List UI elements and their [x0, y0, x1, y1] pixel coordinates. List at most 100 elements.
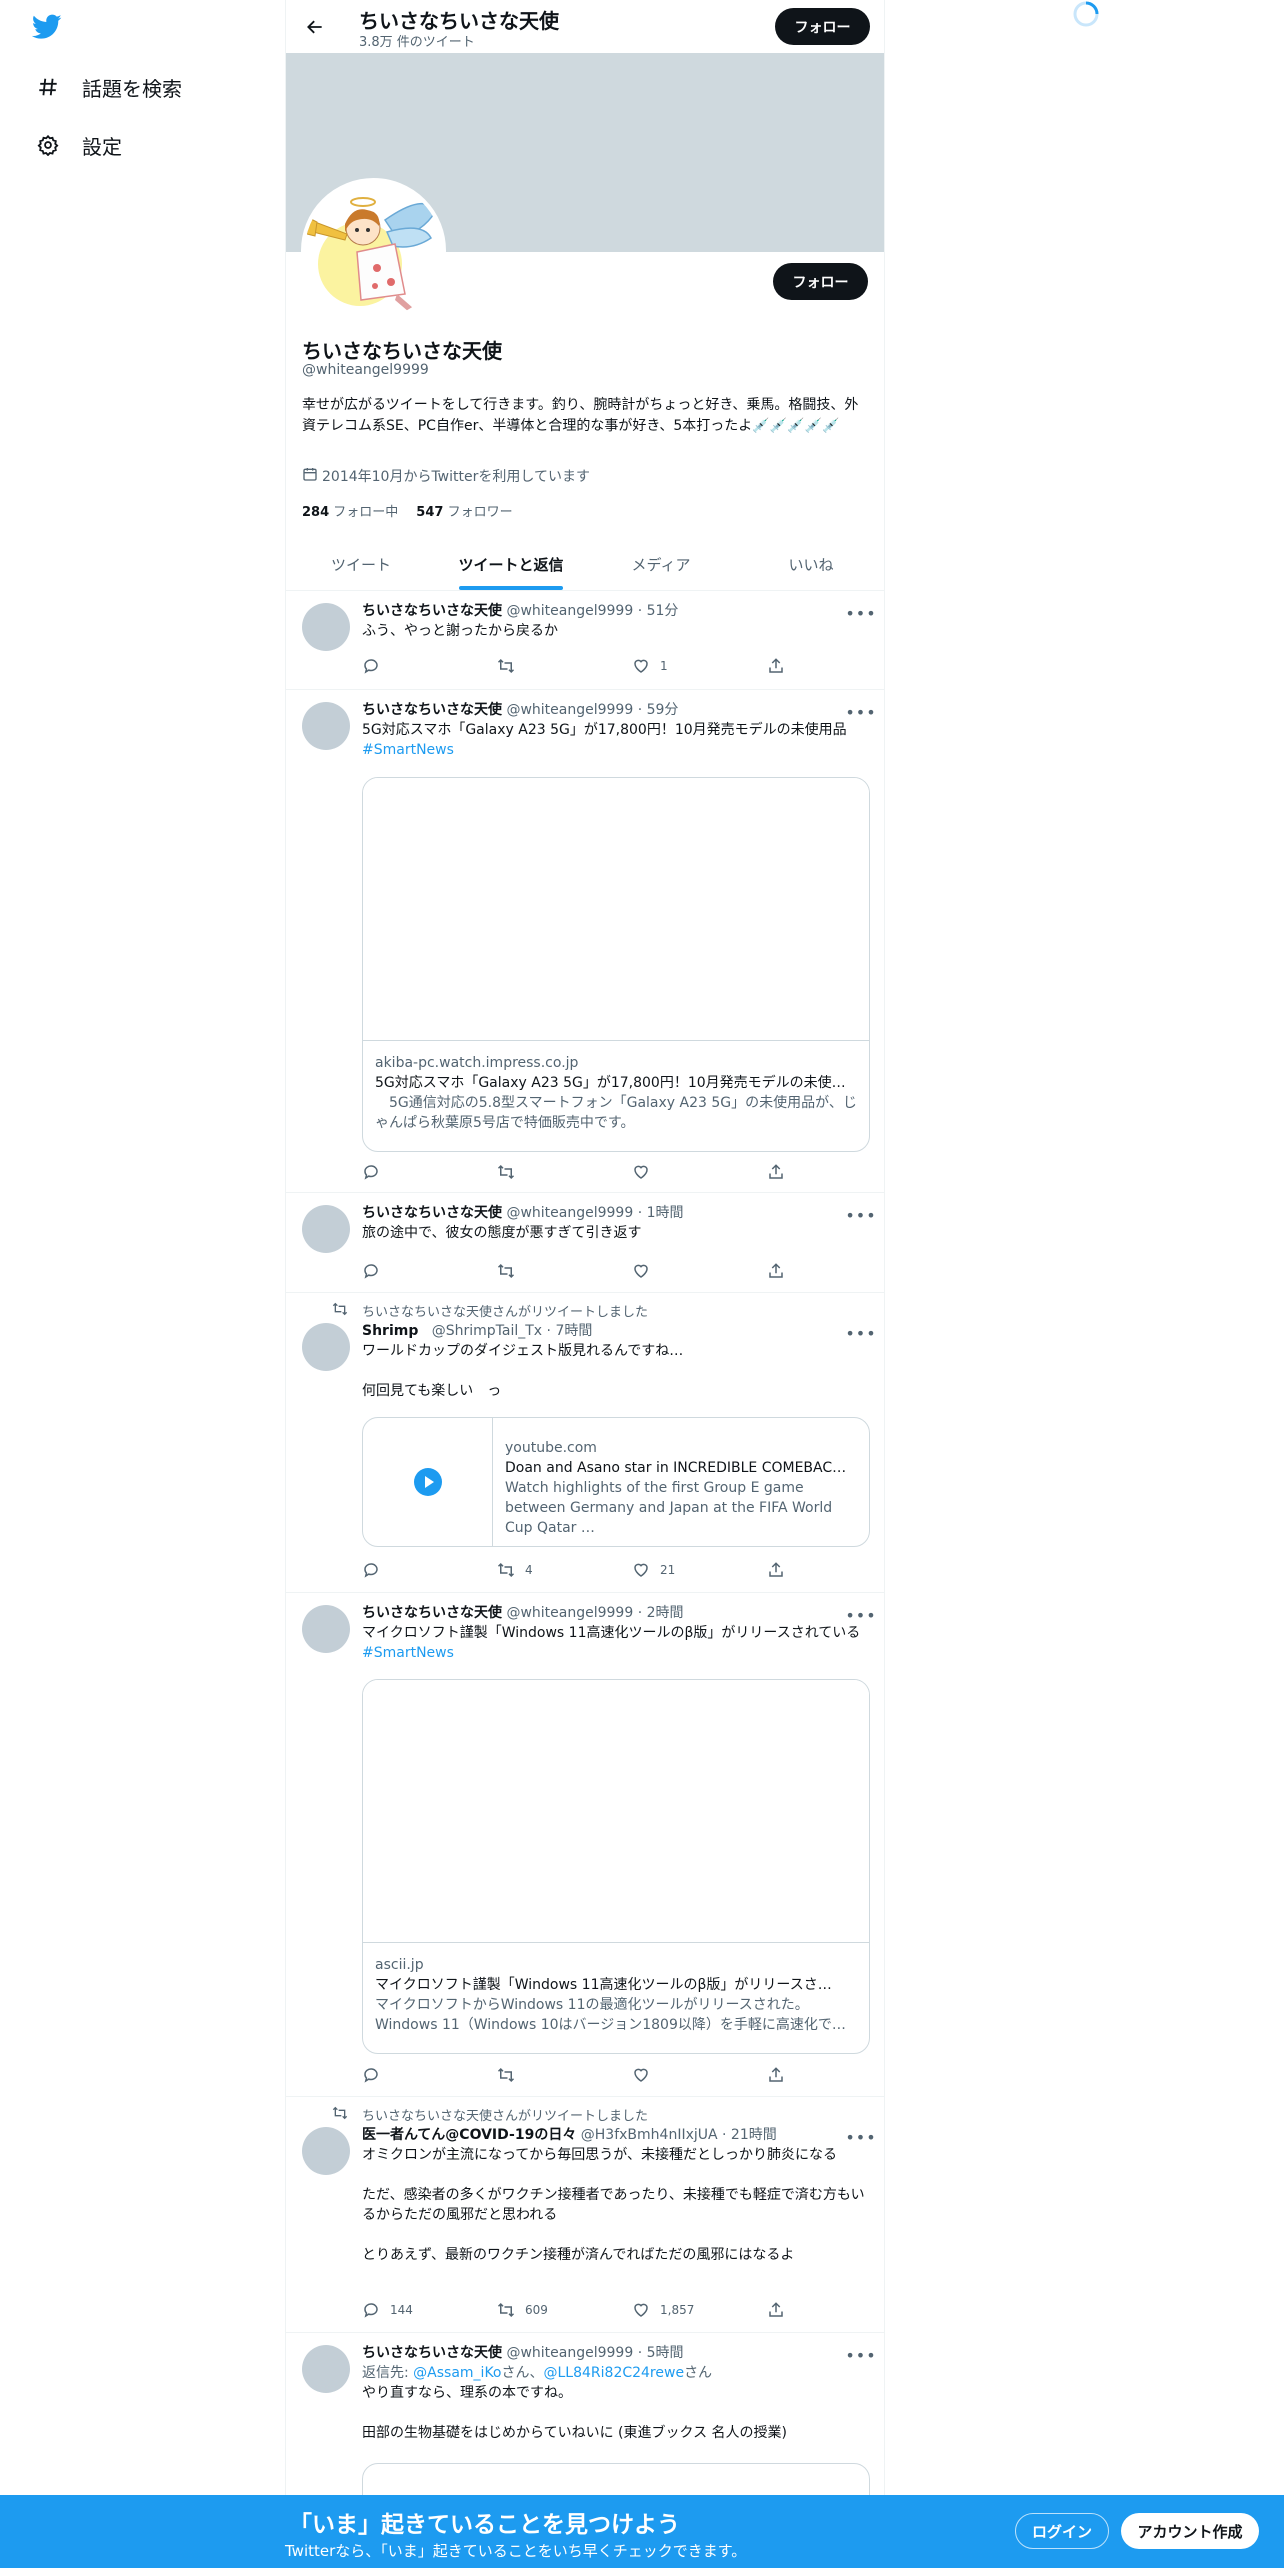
twitter-logo-icon[interactable] — [31, 14, 64, 42]
profile-avatar[interactable] — [301, 178, 446, 323]
reply-button[interactable] — [362, 1261, 462, 1281]
signup-banner-title: 「いま」起きていることを見つけよう — [289, 2512, 680, 2538]
nav-explore[interactable]: 話題を検索 — [36, 65, 182, 109]
tab-media[interactable]: メディア — [586, 538, 736, 590]
like-button[interactable] — [632, 1162, 732, 1182]
tweet-text: ワールドカップのダイジェスト版見れるんですね… 何回見ても楽しい っ — [362, 1343, 684, 1399]
header-follow-button[interactable]: フォロー — [775, 8, 870, 45]
tweet-author-name[interactable]: ちいさなちいさな天使 — [362, 1205, 502, 1221]
reply-button[interactable] — [362, 1162, 462, 1182]
tab-likes[interactable]: いいね — [736, 538, 884, 590]
link-card[interactable]: akiba-pc.watch.impress.co.jp 5G対応スマホ「Gal… — [362, 777, 870, 1152]
nav-explore-label: 話題を検索 — [82, 76, 182, 101]
tweet[interactable]: ••• ちいさなちいさな天使 @whiteangel9999 · 59分 5G対… — [286, 690, 884, 1193]
tweet[interactable]: ••• ちいさなちいさな天使 @whiteangel9999 · 1時間 旅の途… — [286, 1193, 884, 1293]
hashtag-link[interactable]: #SmartNews — [362, 1645, 454, 1661]
tweet-avatar[interactable] — [302, 1323, 350, 1371]
link-card-description: マイクロソフトからWindows 11の最適化ツールがリリースされた。Windo… — [375, 1997, 846, 2033]
reply-icon — [364, 2303, 378, 2318]
mention-link[interactable]: @LL84Ri82C24rewe — [544, 2365, 685, 2381]
link-card[interactable]: youtube.com Doan and Asano star in INCRE… — [362, 1417, 870, 1547]
link-card-domain: youtube.com — [505, 1440, 597, 1456]
tweet-author-name[interactable]: ちいさなちいさな天使 — [362, 1605, 502, 1621]
reply-button[interactable]: 144 — [362, 2300, 462, 2320]
tweet[interactable]: ちいさなちいさな天使さんがリツイートしました ••• 医一者んてん@COVID-… — [286, 2097, 884, 2333]
link-card-domain: ascii.jp — [375, 1957, 424, 1973]
retweeted-by-label[interactable]: ちいさなちいさな天使さんがリツイートしました — [362, 2105, 648, 2124]
nav-settings[interactable]: 設定 — [36, 123, 122, 167]
tweet[interactable]: ••• ちいさなちいさな天使 @whiteangel9999 · 51分 ふう、… — [286, 591, 884, 690]
reply-button[interactable] — [362, 2065, 462, 2085]
heart-icon — [634, 1563, 648, 1577]
tweet-author-name[interactable]: ちいさなちいさな天使 — [362, 702, 502, 718]
like-button[interactable]: 1 — [632, 656, 732, 676]
retweet-indicator-icon — [332, 2105, 348, 2125]
reply-icon — [364, 2068, 378, 2083]
signup-banner-subtitle: Twitterなら、「いま」起きていることをいち早くチェックできます。 — [285, 2542, 747, 2560]
like-button[interactable] — [632, 1261, 732, 1281]
tweet-avatar[interactable] — [302, 1605, 350, 1653]
tweet[interactable]: ちいさなちいさな天使さんがリツイートしました ••• Shrimp @Shrim… — [286, 1293, 884, 1593]
share-button[interactable] — [767, 1261, 787, 1281]
share-button[interactable] — [767, 656, 787, 676]
tweet-author-name[interactable]: ちいさなちいさな天使 — [362, 603, 502, 619]
share-icon — [769, 658, 783, 673]
tweet-meta: @whiteangel9999 · 51分 — [506, 603, 679, 619]
tweet-text: やり直すなら、理系の本ですね。 田部の生物基礎をはじめからていねいに (東進ブッ… — [362, 2385, 787, 2441]
retweet-icon — [497, 2067, 515, 2083]
reply-button[interactable] — [362, 1560, 462, 1580]
profile-follow-button[interactable]: フォロー — [773, 263, 868, 300]
profile-header-bar: ちいさなちいさな天使 3.8万 件のツイート フォロー — [286, 0, 884, 53]
tweet-actions — [362, 1261, 787, 1281]
heart-icon — [634, 1165, 648, 1179]
tweet-text: マイクロソフト謹製「Windows 11高速化ツールのβ版」がリリースされている… — [362, 1625, 861, 1661]
tab-tweets-and-replies[interactable]: ツイートと返信 — [436, 538, 586, 590]
left-navigation: 話題を検索 設定 — [0, 0, 285, 2568]
nav-settings-label: 設定 — [82, 134, 122, 159]
tweet-meta: @whiteangel9999 · 59分 — [506, 702, 679, 718]
retweet-button[interactable] — [497, 1162, 597, 1182]
retweet-icon — [497, 2302, 515, 2318]
heart-icon — [634, 1264, 648, 1278]
like-button[interactable]: 1,857 — [632, 2300, 732, 2320]
reply-button[interactable] — [362, 656, 462, 676]
tweet-avatar[interactable] — [302, 2345, 350, 2393]
login-button[interactable]: ログイン — [1015, 2513, 1109, 2549]
retweeted-by-label[interactable]: ちいさなちいさな天使さんがリツイートしました — [362, 1301, 648, 1320]
retweet-button[interactable] — [497, 2065, 597, 2085]
retweet-button[interactable]: 609 — [497, 2300, 597, 2320]
share-button[interactable] — [767, 1560, 787, 1580]
back-arrow-icon[interactable] — [298, 10, 332, 44]
followers-link[interactable]: 547 フォロワー — [416, 501, 512, 520]
hashtag-icon — [36, 75, 60, 99]
tab-tweets[interactable]: ツイート — [286, 538, 436, 590]
tweet[interactable]: ••• ちいさなちいさな天使 @whiteangel9999 · 2時間 マイク… — [286, 1593, 884, 2097]
share-button[interactable] — [767, 2300, 787, 2320]
calendar-icon — [302, 466, 318, 486]
link-card-title: 5G対応スマホ「Galaxy A23 5G」が17,800円！10月発売モデルの… — [375, 1075, 846, 1091]
share-button[interactable] — [767, 2065, 787, 2085]
retweet-icon — [497, 658, 515, 674]
tweet-author-name[interactable]: Shrimp — [362, 1323, 418, 1339]
tweet-avatar[interactable] — [302, 1205, 350, 1253]
mention-link[interactable]: @Assam_iKo — [413, 2365, 501, 2381]
tweet-avatar[interactable] — [302, 702, 350, 750]
share-button[interactable] — [767, 1162, 787, 1182]
tweet-avatar[interactable] — [302, 2127, 350, 2175]
link-card[interactable]: ascii.jp マイクロソフト謹製「Windows 11高速化ツールのβ版」が… — [362, 1679, 870, 2054]
retweet-button[interactable] — [497, 656, 597, 676]
signup-button[interactable]: アカウント作成 — [1121, 2513, 1259, 2549]
tweet-author-name[interactable]: 医一者んてん@COVID-19の日々 — [362, 2127, 576, 2143]
like-button[interactable] — [632, 2065, 732, 2085]
following-link[interactable]: 284 フォロー中 — [302, 501, 398, 520]
tweet-actions: 144 609 1,857 — [362, 2300, 787, 2320]
like-button[interactable]: 21 — [632, 1560, 732, 1580]
play-icon — [413, 1468, 442, 1496]
tweet-avatar[interactable] — [302, 603, 350, 651]
tweet-author-name[interactable]: ちいさなちいさな天使 — [362, 2345, 502, 2361]
retweet-button[interactable] — [497, 1261, 597, 1281]
share-icon — [769, 1164, 783, 1179]
retweet-button[interactable]: 4 — [497, 1560, 597, 1580]
hashtag-link[interactable]: #SmartNews — [362, 742, 454, 758]
video-thumbnail[interactable] — [363, 1418, 493, 1546]
